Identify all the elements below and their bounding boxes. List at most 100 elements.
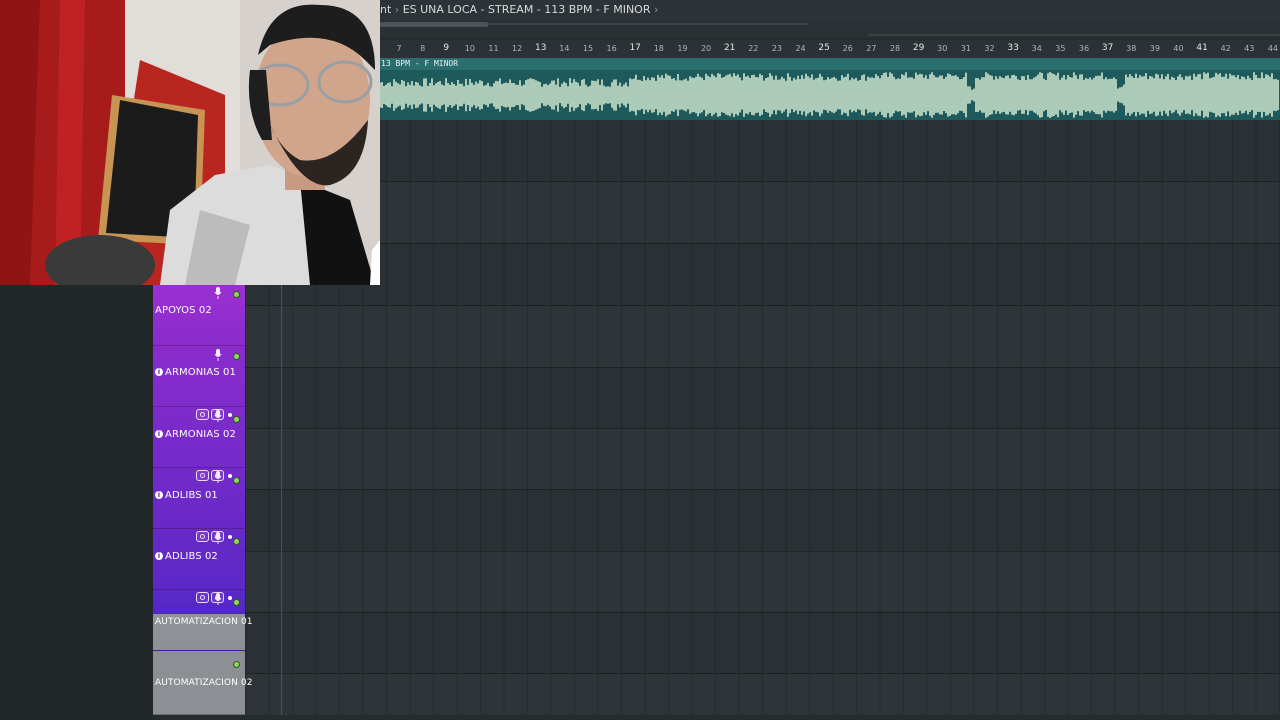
monitor-icon[interactable] xyxy=(196,470,209,481)
info-icon[interactable]: i xyxy=(155,491,163,499)
monitor-icon[interactable] xyxy=(196,592,209,603)
record-dot-icon[interactable] xyxy=(233,353,240,360)
ruler-tick: 21 xyxy=(723,43,736,53)
mic-icon[interactable] xyxy=(214,471,222,483)
ruler-tick: 12 xyxy=(512,44,523,53)
track-header-armonias-02[interactable]: i ARMONIAS 02 xyxy=(153,407,245,468)
info-icon[interactable]: i xyxy=(155,552,163,560)
track-headers: APOYOS 02 i ARMONIAS 01 i ARMONIAS 02 i ADL… xyxy=(153,285,253,715)
waveform-path xyxy=(380,72,1279,118)
ruler-tick: 17 xyxy=(629,43,641,53)
grid-row[interactable] xyxy=(245,306,1280,368)
track-name: APOYOS 02 xyxy=(155,305,212,316)
ruler-tick: 28 xyxy=(889,44,901,53)
ruler-tick: 19 xyxy=(677,44,688,53)
status-dot-icon[interactable] xyxy=(228,596,232,600)
scroll-thumb[interactable] xyxy=(380,22,488,27)
ruler-tick: 31 xyxy=(960,44,971,53)
track-header-armonias-01[interactable]: i ARMONIAS 01 xyxy=(153,346,245,407)
zoom-track[interactable] xyxy=(868,34,1280,36)
breadcrumb-prefix: nt xyxy=(380,3,392,16)
audio-clip[interactable]: 13 BPM - F MINOR xyxy=(380,58,1280,120)
track-header-adlibs-01[interactable]: i ADLIBS 01 xyxy=(153,468,245,529)
grid-row[interactable] xyxy=(245,612,1280,674)
mic-icon[interactable] xyxy=(214,532,222,544)
breadcrumb-separator-icon: › xyxy=(394,3,400,16)
ruler-tick: 8 xyxy=(420,44,426,53)
mic-icon[interactable] xyxy=(214,593,222,605)
status-dot-icon[interactable] xyxy=(228,413,232,417)
webcam-overlay xyxy=(0,0,380,285)
ruler-tick: 32 xyxy=(984,44,995,53)
ruler-tick: 16 xyxy=(606,44,617,53)
ruler-tick: 38 xyxy=(1126,44,1137,53)
track-name: ARMONIAS 02 xyxy=(165,429,236,440)
record-dot-icon[interactable] xyxy=(233,477,240,484)
mic-icon[interactable] xyxy=(214,410,222,422)
track-name: AUTOMATIZACION 01 xyxy=(155,617,253,627)
ruler-tick: 10 xyxy=(464,44,475,53)
grid-row[interactable] xyxy=(245,367,1280,429)
grid-row[interactable] xyxy=(245,244,1280,306)
ruler-tick: 7 xyxy=(396,44,402,53)
grid-row[interactable] xyxy=(245,428,1280,490)
status-dot-icon[interactable] xyxy=(228,474,232,478)
track-name-wrap: i ADLIBS 02 xyxy=(155,551,218,562)
monitor-icon[interactable] xyxy=(196,409,209,420)
ruler-tick: 22 xyxy=(748,44,759,53)
track-header-apoyos-02[interactable]: APOYOS 02 xyxy=(153,285,245,346)
track-name-wrap: i ARMONIAS 01 xyxy=(155,367,236,378)
ruler-tick: 36 xyxy=(1078,44,1090,53)
track-name: AUTOMATIZACION 02 xyxy=(155,678,253,688)
ruler-tick: 14 xyxy=(559,44,570,53)
track-header-adlibs-02[interactable]: i ADLIBS 02 xyxy=(153,529,245,590)
ruler-tick: 41 xyxy=(1196,43,1208,53)
ruler-tick: 35 xyxy=(1055,44,1066,53)
ruler-tick: 39 xyxy=(1149,44,1160,53)
playhead-line xyxy=(281,285,282,715)
breadcrumb-arrow-icon[interactable]: › xyxy=(654,3,658,16)
grid-row[interactable] xyxy=(245,490,1280,552)
ruler-tick: 27 xyxy=(866,44,877,53)
ruler-tick: 15 xyxy=(582,44,594,53)
timeline-ruler[interactable]: 7 8 9 10 11 12 13 14 15 16 17 18 19 20 21 22 23 24 25 26 27 2… xyxy=(380,40,1280,59)
playlist-grid[interactable] xyxy=(245,120,1280,715)
ruler-tick: 33 xyxy=(1007,43,1019,53)
ruler-tick: 11 xyxy=(488,44,499,53)
mic-icon[interactable] xyxy=(214,349,222,361)
project-title-bar: nt › ES UNA LOCA - STREAM - 113 BPM - F … xyxy=(380,0,1280,20)
info-icon[interactable]: i xyxy=(155,430,163,438)
ruler-tick: 30 xyxy=(937,44,948,53)
grid-row[interactable] xyxy=(245,120,1280,182)
track-name: ADLIBS 01 xyxy=(165,490,218,501)
grid-row[interactable] xyxy=(245,674,1280,715)
grid-row[interactable] xyxy=(245,551,1280,613)
ruler-tick: 24 xyxy=(795,44,806,53)
record-dot-icon[interactable] xyxy=(233,661,240,668)
record-dot-icon[interactable] xyxy=(233,291,240,298)
waveform xyxy=(380,72,1279,118)
status-dot-icon[interactable] xyxy=(228,535,232,539)
track-name: ARMONIAS 01 xyxy=(165,367,236,378)
mic-icon[interactable] xyxy=(214,287,222,299)
ruler-tick: 26 xyxy=(842,44,853,53)
breadcrumb[interactable]: nt › ES UNA LOCA - STREAM - 113 BPM - F … xyxy=(380,0,658,20)
record-dot-icon[interactable] xyxy=(233,416,240,423)
monitor-icon[interactable] xyxy=(196,531,209,542)
track-header-automatizacion-01[interactable]: AUTOMATIZACION 01 xyxy=(153,590,253,651)
ruler-tick: 18 xyxy=(653,44,664,53)
browser-pane xyxy=(0,285,153,720)
info-icon[interactable]: i xyxy=(155,368,163,376)
grid-row[interactable] xyxy=(245,182,1280,244)
record-dot-icon[interactable] xyxy=(233,538,240,545)
ruler-tick: 42 xyxy=(1220,44,1231,53)
record-dot-icon[interactable] xyxy=(233,599,240,606)
playlist-scrollbar[interactable] xyxy=(380,20,1280,38)
ruler-tick: 43 xyxy=(1244,44,1255,53)
ruler-tick: 29 xyxy=(912,43,925,53)
track-header-automatizacion-02[interactable]: AUTOMATIZACION 02 xyxy=(153,651,253,715)
ruler-tick: 9 xyxy=(443,43,450,53)
ruler-tick: 13 xyxy=(534,43,547,53)
track-name: ADLIBS 02 xyxy=(165,551,218,562)
ruler-tick: 44 xyxy=(1267,44,1279,53)
